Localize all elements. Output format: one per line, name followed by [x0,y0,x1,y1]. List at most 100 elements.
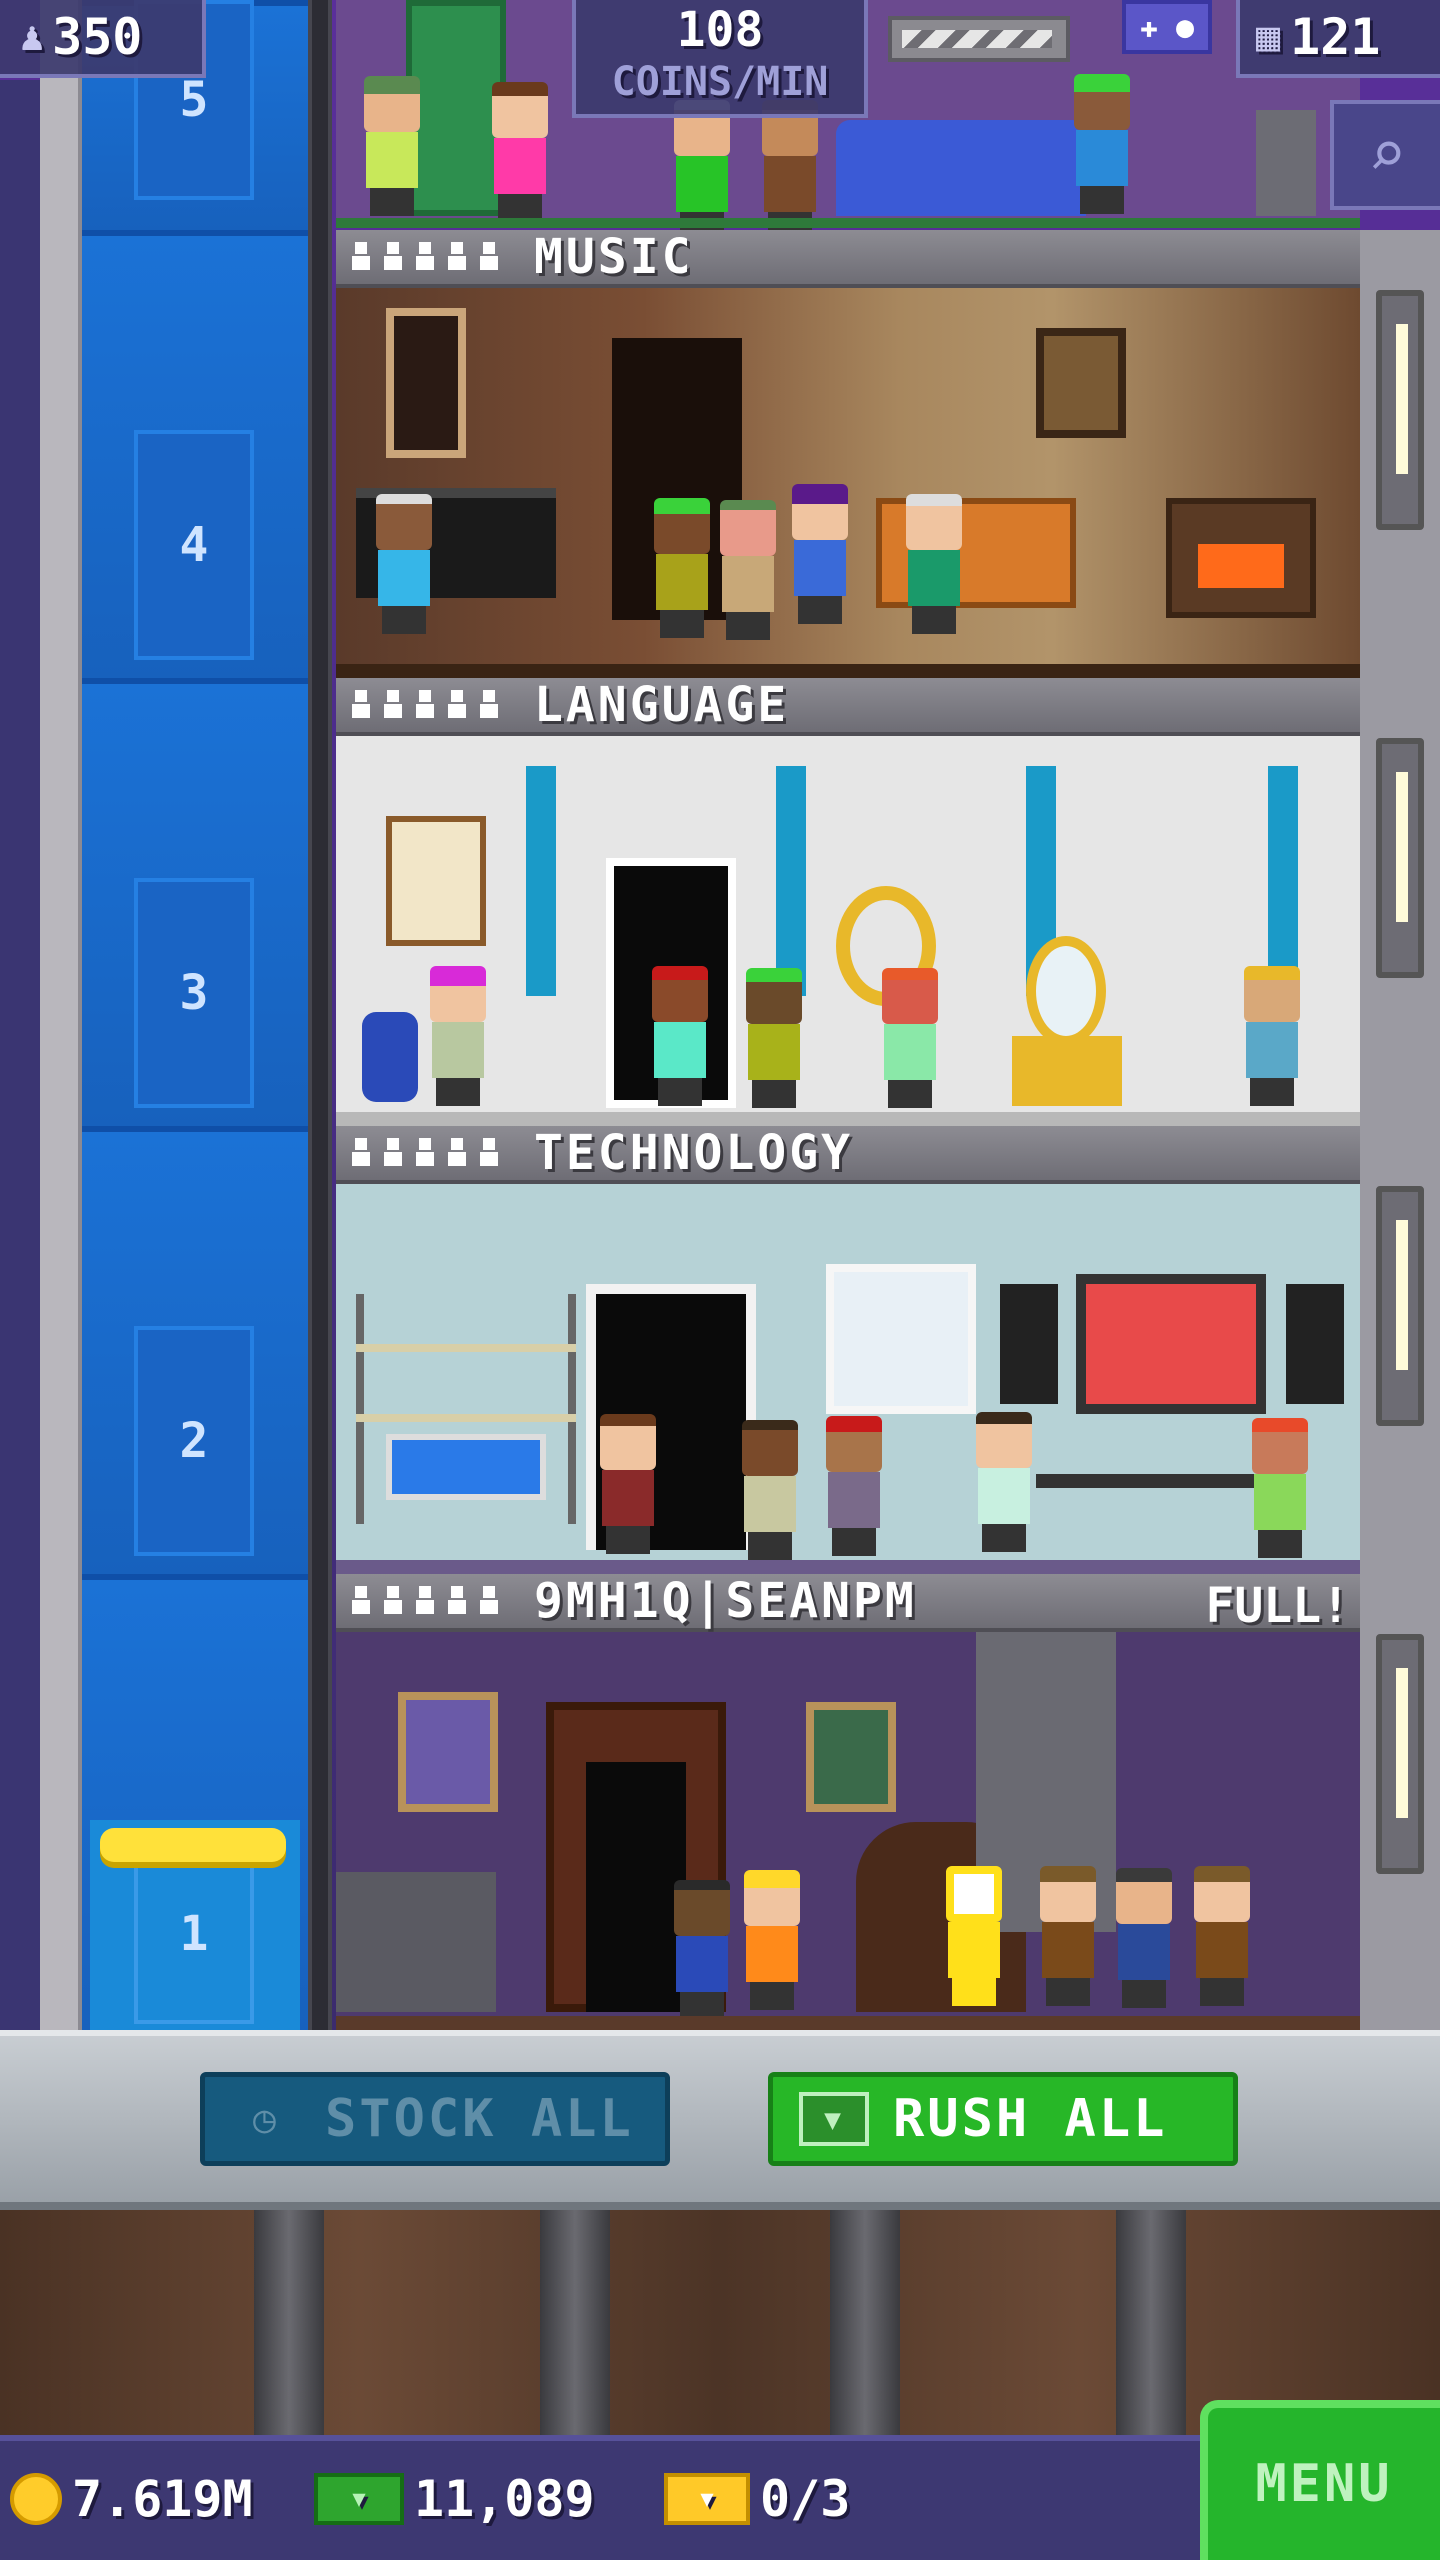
population-counter[interactable]: ♟ 350 [0,0,206,78]
mirror-stand [1012,1036,1122,1106]
window [386,308,466,458]
resident[interactable] [738,968,808,1108]
resident[interactable] [712,500,782,640]
building-icon: ▦ [1256,14,1281,60]
speaker [1286,1284,1344,1404]
resident[interactable] [1236,966,1306,1106]
stone-wall [336,1872,496,2012]
room-floor [336,1112,1360,1126]
resident[interactable] [666,1880,736,2020]
tickets-value: 0/3 [760,2470,851,2528]
portrait [398,1692,498,1812]
resident[interactable] [1244,1418,1314,1558]
floor-occupants-icons [350,242,500,272]
support-pillar [540,2210,610,2435]
vip-banner[interactable] [888,16,1070,62]
language-room [336,736,1360,1126]
shelf [356,1344,576,1352]
floor-label-bar: MUSIC [336,229,1360,288]
building-window [1376,290,1424,530]
resident[interactable] [1108,1868,1178,2008]
stock-all-button[interactable]: ◷ STOCK ALL [200,2072,670,2166]
menu-button[interactable]: MENU [1200,2400,1440,2560]
floor-status-full: FULL! [1205,1578,1351,1634]
magnifier-icon[interactable]: ⌕ [1330,100,1440,210]
elevator-shaft[interactable]: 5 4 3 2 [82,0,308,2030]
coins-per-min-label: COINS/MIN [611,59,829,105]
clock-icon: ◷ [253,2097,279,2141]
shelf [356,1414,576,1422]
floor-technology[interactable]: TECHNOLOGY [336,1125,1360,1574]
support-pillar [254,2210,324,2435]
floor-occupants-icons [350,690,500,720]
floor-name: LANGUAGE [534,677,790,733]
resident[interactable] [1186,1866,1256,2006]
coins-display: 7.619M [10,2470,253,2528]
coins-value: 7.619M [72,2470,253,2528]
haunted-room [336,1632,1360,2030]
resident[interactable] [736,1870,806,2010]
resident[interactable] [1066,74,1136,214]
tv-screen [1076,1274,1266,1414]
support-pillar [1116,2210,1186,2435]
resident[interactable] [484,82,554,222]
shaft-floor-number-2: 2 [134,1326,254,1556]
tickets-display: ▼ 0/3 [664,2470,850,2528]
rush-all-button[interactable]: ▼ RUSH ALL [768,2072,1238,2166]
tv-stand [1256,110,1316,216]
resident[interactable] [422,966,492,1106]
floor-label-bar: 9MH1Q|SEANPM FULL! [336,1573,1360,1634]
resident[interactable] [968,1412,1038,1552]
floor-name: TECHNOLOGY [534,1125,853,1181]
floor-9mh1q-seanpm[interactable]: 9MH1Q|SEANPM FULL! [336,1573,1360,2030]
floors-counter[interactable]: ▦ 121 [1236,0,1440,78]
floor-language[interactable]: LANGUAGE [336,677,1360,1126]
floor-label-bar: TECHNOLOGY [336,1125,1360,1184]
gamepad-icon[interactable]: ✚ ● [1122,0,1212,54]
scroll-painting [386,816,486,946]
resident[interactable] [784,484,854,624]
elevator-wall [40,0,82,2030]
technology-room [336,1184,1360,1574]
speaker [1000,1284,1058,1404]
mirror [1026,936,1106,1046]
resident[interactable] [592,1414,662,1554]
shaft-floor-number-4: 4 [134,430,254,660]
music-room [336,288,1360,678]
bux-icon: ▼ [314,2473,404,2525]
resident[interactable] [368,494,438,634]
stock-all-label: STOCK ALL [325,2089,634,2149]
resident[interactable] [644,966,714,1106]
coins-per-minute-display: 108 COINS/MIN [572,0,868,118]
shaft-floor-number-3: 3 [134,878,254,1108]
resident[interactable] [356,76,426,216]
floor-label-bar: LANGUAGE [336,677,1360,736]
room-floor [336,2016,1360,2030]
pillar [1268,766,1298,996]
person-icon: ♟ [20,14,45,60]
building-window [1376,1634,1424,1874]
shaft-rail [308,0,332,2030]
coin-icon [10,2473,62,2525]
vase [362,1012,418,1102]
resident[interactable] [938,1866,1008,2006]
coins-per-min-value: 108 [676,2,764,58]
resident[interactable] [874,968,944,1108]
floor-music[interactable]: MUSIC [336,229,1360,678]
window-blinds [826,1264,976,1414]
resident[interactable] [898,494,968,634]
floor-name: 9MH1Q|SEANPM [534,1573,917,1629]
resident[interactable] [1032,1866,1102,2006]
resident[interactable] [818,1416,888,1556]
fire [1198,544,1284,588]
resident[interactable] [646,498,716,638]
support-pillar [830,2210,900,2435]
bux-icon: ▼ [799,2092,869,2146]
room-floor [336,664,1360,678]
resident[interactable] [734,1420,804,1560]
rush-all-label: RUSH ALL [893,2089,1168,2149]
monitors [386,1434,546,1500]
room-floor [336,1560,1360,1574]
bux-value: 11,089 [414,2470,595,2528]
floor-occupants-icons [350,1138,500,1168]
